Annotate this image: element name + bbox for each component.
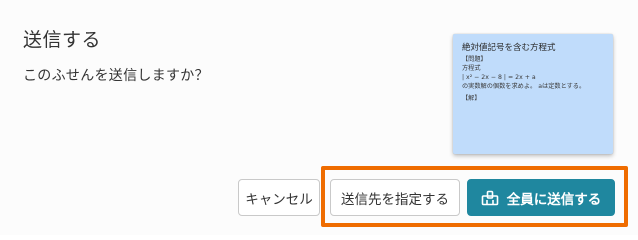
cancel-button[interactable]: キャンセル [238,179,320,216]
dialog-title: 送信する [23,29,102,51]
note-line: 【問題】 [462,56,487,63]
note-line: | x² − 2x − 8 | = 2x + a [462,74,536,81]
specify-recipient-label: 送信先を指定する [341,191,449,208]
send-to-all-label: 全員に送信する [506,191,602,208]
note-line: の実数解の個数を求めよ。 aは定数とする。 [462,83,586,90]
note-footer: 【解】 [462,95,481,102]
send-dialog: 送信する このふせんを送信しますか？ 絶対値記号を含む方程式 【問題】 方程式 … [0,0,638,235]
dialog-message: このふせんを送信しますか？ [23,68,209,84]
specify-recipient-button[interactable]: 送信先を指定する [330,179,460,216]
note-preview-card: 絶対値記号を含む方程式 【問題】 方程式 | x² − 2x − 8 | = 2… [453,34,613,154]
note-line: 方程式 [462,65,481,72]
note-title: 絶対値記号を含む方程式 [462,43,556,53]
group-send-icon [481,190,499,206]
cancel-button-label: キャンセル [245,191,313,208]
send-to-all-button[interactable]: 全員に送信する [467,179,615,216]
